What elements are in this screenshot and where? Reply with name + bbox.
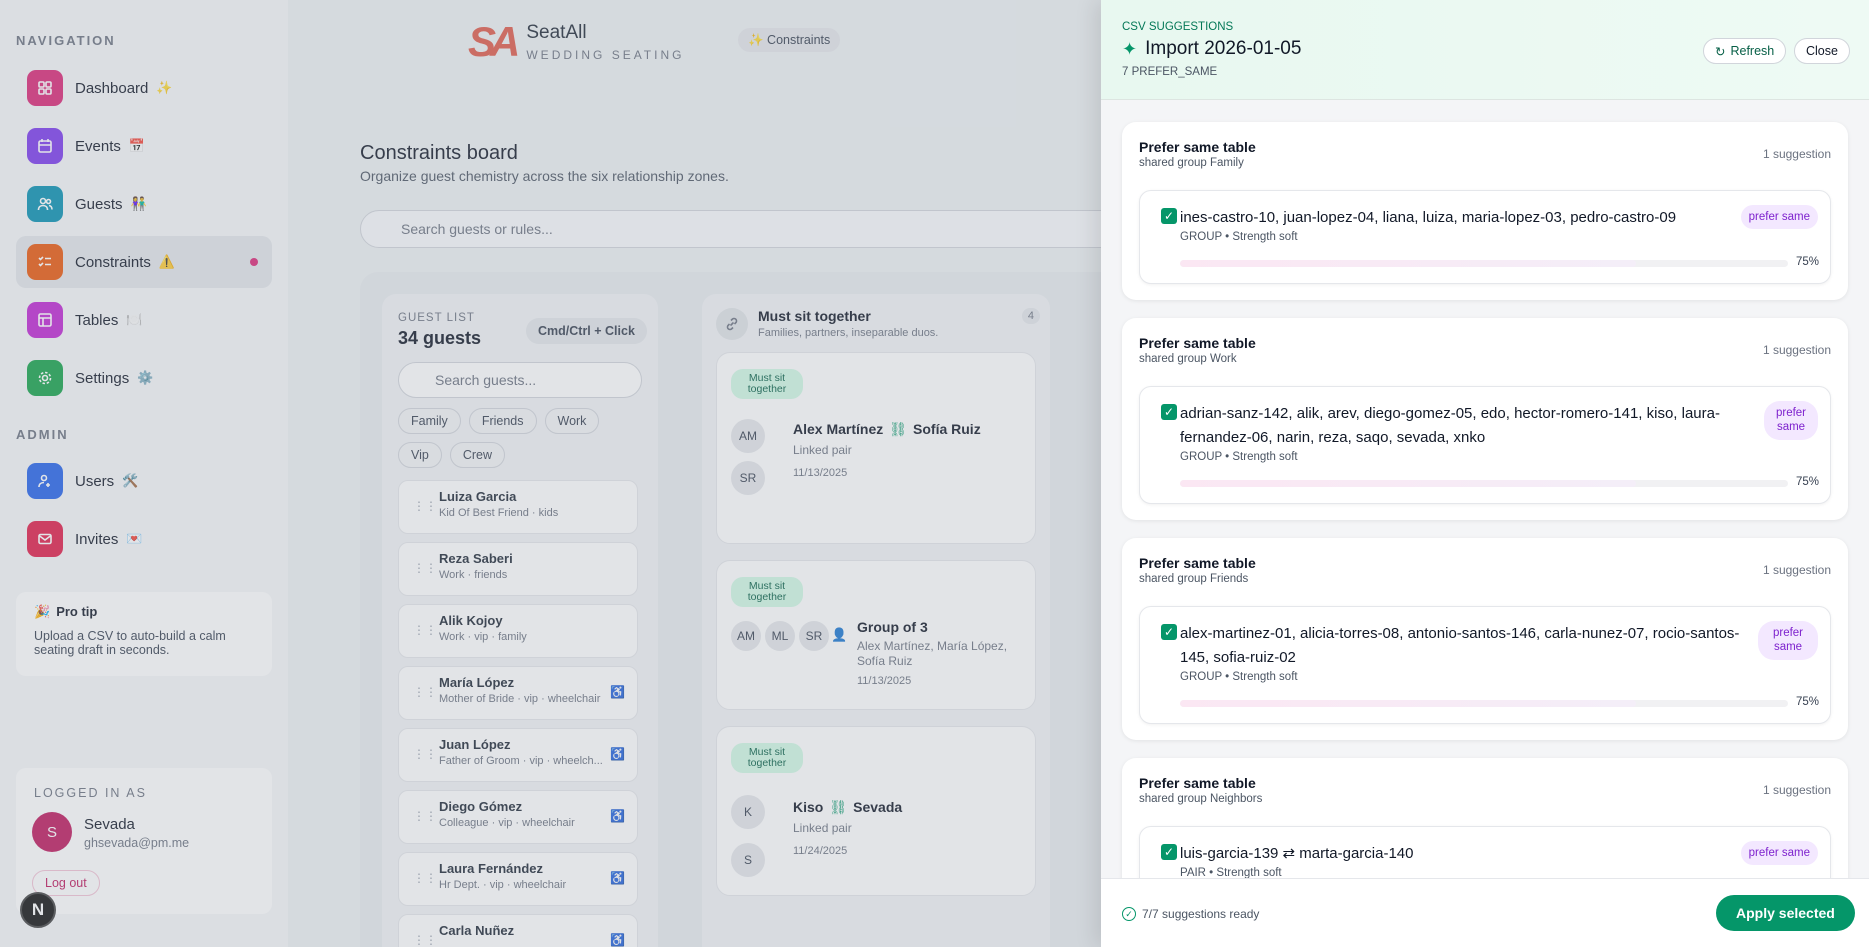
suggestion-meta: GROUP • Strength soft (1180, 451, 1298, 463)
suggestion-card[interactable]: ✓ alex-martinez-01, alicia-torres-08, an… (1139, 606, 1831, 724)
drawer-footer: ✓ 7/7 suggestions ready Apply selected (1101, 878, 1869, 947)
apply-selected-button[interactable]: Apply selected (1716, 895, 1855, 931)
strength-percent: 75% (1795, 696, 1819, 708)
suggestion-count: 1 suggestion (1762, 343, 1831, 357)
select-checkbox[interactable]: ✓ (1161, 624, 1177, 640)
select-checkbox[interactable]: ✓ (1161, 404, 1177, 420)
suggestion-meta: GROUP • Strength soft (1180, 231, 1298, 243)
suggestion-guests: ines-castro-10, juan-lopez-04, liana, lu… (1180, 209, 1677, 226)
suggestion-count: 1 suggestion (1762, 147, 1831, 161)
refresh-icon: ↻ (1715, 44, 1726, 59)
suggestion-guests: alex-martinez-01, alicia-torres-08, anto… (1180, 625, 1740, 666)
suggestion-card[interactable]: ✓ luis-garcia-139 ⇄ marta-garcia-140 PAI… (1139, 826, 1831, 878)
drawer-kicker: CSV SUGGESTIONS (1122, 21, 1234, 33)
suggestion-meta: PAIR • Strength soft (1180, 867, 1282, 878)
suggestion-group: Prefer same table shared group Friends 1… (1122, 538, 1848, 740)
strength-bar (1180, 480, 1788, 487)
strength-bar-fill (1180, 260, 1636, 267)
suggestion-group: Prefer same table shared group Work 1 su… (1122, 318, 1848, 520)
prefer-same-badge: prefer same (1740, 841, 1818, 866)
group-subtitle: shared group Neighbors (1139, 793, 1263, 805)
drawer-header: CSV SUGGESTIONS ✦ Import 2026-01-05 7 PR… (1101, 0, 1869, 100)
sparkles-icon: ✦ (1122, 38, 1138, 59)
group-title: Prefer same table (1139, 335, 1256, 351)
group-subtitle: shared group Friends (1139, 573, 1249, 585)
suggestion-card[interactable]: ✓ ines-castro-10, juan-lopez-04, liana, … (1139, 190, 1831, 284)
suggestion-group: Prefer same table shared group Neighbors… (1122, 758, 1848, 878)
drawer-subtitle: 7 PREFER_SAME (1122, 66, 1218, 78)
group-subtitle: shared group Work (1139, 353, 1237, 365)
strength-percent: 75% (1795, 256, 1819, 268)
drawer-title: ✦ Import 2026-01-05 (1122, 38, 1302, 59)
suggestion-count: 1 suggestion (1762, 783, 1831, 797)
csv-suggestions-drawer: CSV SUGGESTIONS ✦ Import 2026-01-05 7 PR… (1101, 0, 1869, 947)
strength-bar (1180, 260, 1788, 267)
suggestion-guests: adrian-sanz-142, alik, arev, diego-gomez… (1180, 405, 1720, 446)
suggestion-group: Prefer same table shared group Family 1 … (1122, 122, 1848, 300)
drawer-body[interactable]: Prefer same table shared group Family 1 … (1101, 100, 1869, 878)
group-title: Prefer same table (1139, 139, 1256, 155)
strength-percent: 75% (1795, 476, 1819, 488)
close-button[interactable]: Close (1794, 38, 1850, 64)
suggestion-card[interactable]: ✓ adrian-sanz-142, alik, arev, diego-gom… (1139, 386, 1831, 504)
prefer-same-badge: prefer same (1740, 205, 1818, 230)
group-title: Prefer same table (1139, 555, 1256, 571)
prefer-same-badge: prefer same (1764, 401, 1818, 440)
strength-bar-fill (1180, 700, 1636, 707)
group-title: Prefer same table (1139, 775, 1256, 791)
refresh-button[interactable]: ↻ Refresh (1703, 38, 1787, 64)
suggestion-guests: luis-garcia-139 ⇄ marta-garcia-140 (1180, 845, 1414, 862)
select-checkbox[interactable]: ✓ (1161, 844, 1177, 860)
prefer-same-badge: prefer same (1758, 621, 1818, 660)
ready-status: ✓ 7/7 suggestions ready (1122, 907, 1259, 921)
group-subtitle: shared group Family (1139, 157, 1244, 169)
strength-bar-fill (1180, 480, 1636, 487)
suggestion-count: 1 suggestion (1762, 563, 1831, 577)
select-checkbox[interactable]: ✓ (1161, 208, 1177, 224)
suggestion-meta: GROUP • Strength soft (1180, 671, 1298, 683)
strength-bar (1180, 700, 1788, 707)
modal-backdrop[interactable] (0, 0, 1101, 947)
check-circle-icon: ✓ (1122, 907, 1136, 921)
